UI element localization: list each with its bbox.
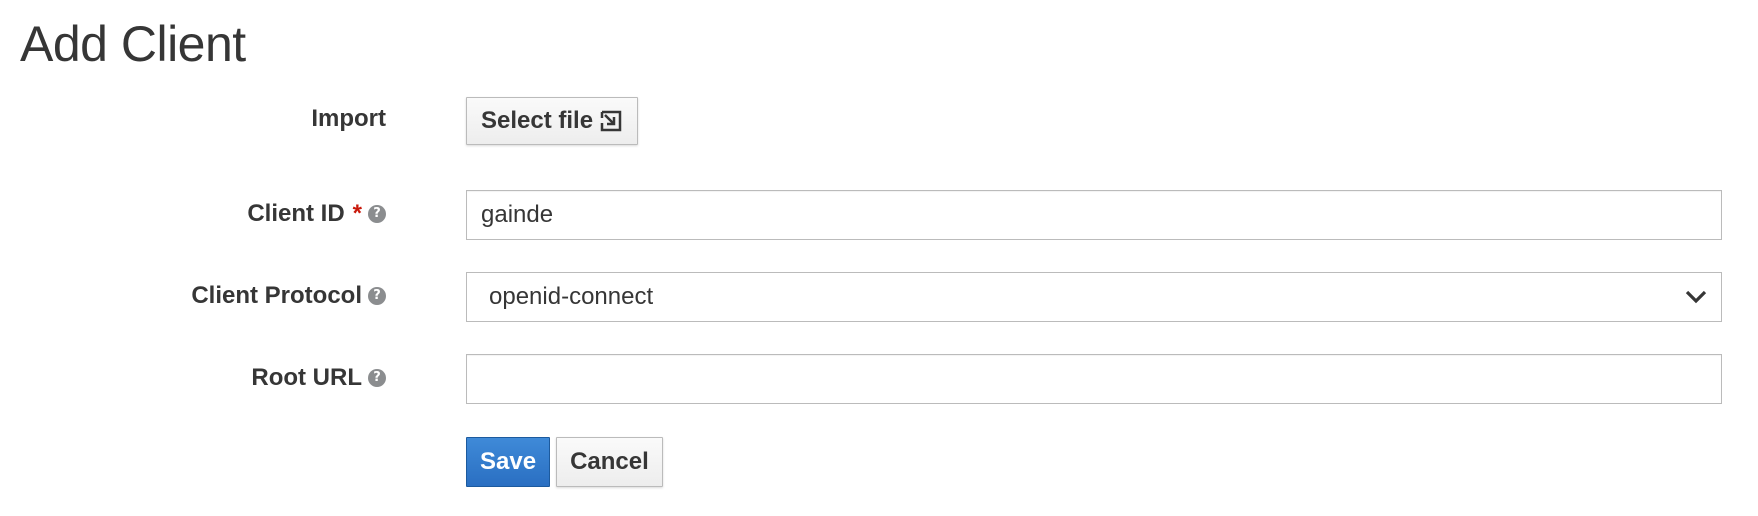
- select-file-button[interactable]: Select file: [466, 97, 639, 145]
- client-id-input[interactable]: gainde: [466, 190, 1722, 240]
- import-label-text: Import: [311, 105, 386, 132]
- question-circle-icon[interactable]: ?: [368, 287, 386, 305]
- cancel-button[interactable]: Cancel: [556, 437, 663, 487]
- select-file-label: Select file: [481, 107, 594, 134]
- client-protocol-label: Client Protocol ?: [191, 282, 386, 310]
- question-circle-icon[interactable]: ?: [368, 205, 386, 223]
- root-url-label: Root URL ?: [251, 364, 386, 392]
- client-protocol-selected: openid-connect: [489, 283, 654, 310]
- root-url-label-text: Root URL: [251, 364, 362, 391]
- required-marker: *: [352, 200, 362, 227]
- client-id-label-text: Client ID: [247, 200, 345, 227]
- question-circle-icon[interactable]: ?: [368, 369, 386, 387]
- client-protocol-row: Client Protocol ? openid-connect: [0, 272, 1758, 322]
- form-actions: Save Cancel: [0, 437, 1758, 489]
- import-label: Import: [311, 105, 386, 133]
- save-button[interactable]: Save: [466, 437, 551, 487]
- root-url-input[interactable]: [466, 354, 1722, 404]
- page-title: Add Client: [20, 16, 246, 72]
- add-client-page: Add Client Import Select file Client ID …: [0, 0, 1758, 516]
- client-id-label: Client ID * ?: [247, 200, 386, 228]
- root-url-row: Root URL ?: [0, 354, 1758, 404]
- client-id-row: Client ID * ? gainde: [0, 190, 1758, 240]
- file-import-icon: [599, 109, 623, 133]
- import-row: Import Select file: [0, 97, 1758, 145]
- client-id-value: gainde: [481, 201, 554, 228]
- client-protocol-label-text: Client Protocol: [191, 282, 362, 309]
- client-protocol-select[interactable]: openid-connect: [466, 272, 1722, 322]
- chevron-down-icon: [1685, 290, 1707, 304]
